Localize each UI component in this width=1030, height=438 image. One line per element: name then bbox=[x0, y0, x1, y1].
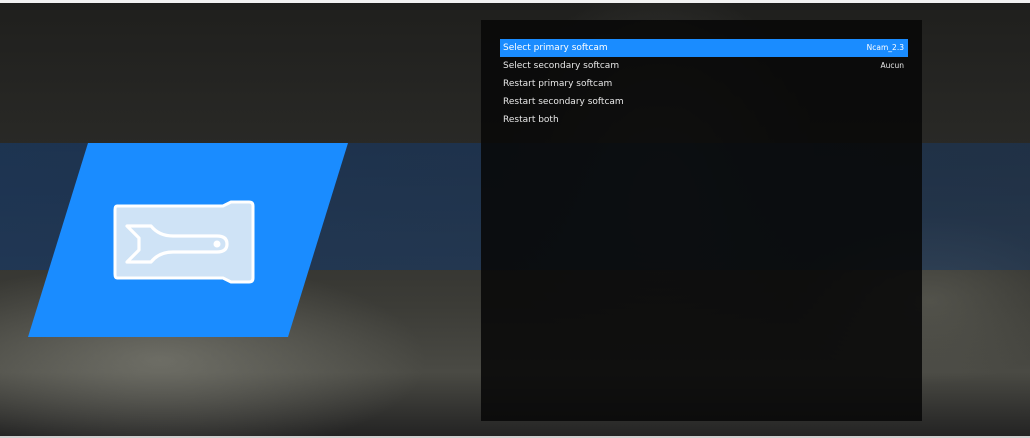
menu-item-label: Restart primary softcam bbox=[503, 79, 613, 89]
menu-item-select-primary-softcam[interactable]: Select primary softcam Ncam_2.3 bbox=[500, 39, 908, 57]
softcam-menu-panel: Select primary softcam Ncam_2.3 Select s… bbox=[481, 20, 922, 421]
menu-item-label: Restart secondary softcam bbox=[503, 97, 624, 107]
softcam-key-wrench-icon bbox=[113, 200, 255, 284]
menu-item-restart-primary-softcam[interactable]: Restart primary softcam bbox=[500, 75, 908, 93]
menu-item-value: Ncam_2.3 bbox=[866, 43, 904, 52]
menu-item-value: Aucun bbox=[880, 61, 904, 70]
top-border bbox=[0, 0, 1030, 3]
menu-item-label: Select secondary softcam bbox=[503, 61, 620, 71]
menu-item-restart-both[interactable]: Restart both bbox=[500, 111, 908, 129]
menu-list: Select primary softcam Ncam_2.3 Select s… bbox=[500, 39, 908, 129]
menu-item-restart-secondary-softcam[interactable]: Restart secondary softcam bbox=[500, 93, 908, 111]
menu-item-label: Restart both bbox=[503, 115, 559, 125]
menu-item-label: Select primary softcam bbox=[503, 43, 608, 53]
menu-item-select-secondary-softcam[interactable]: Select secondary softcam Aucun bbox=[500, 57, 908, 75]
